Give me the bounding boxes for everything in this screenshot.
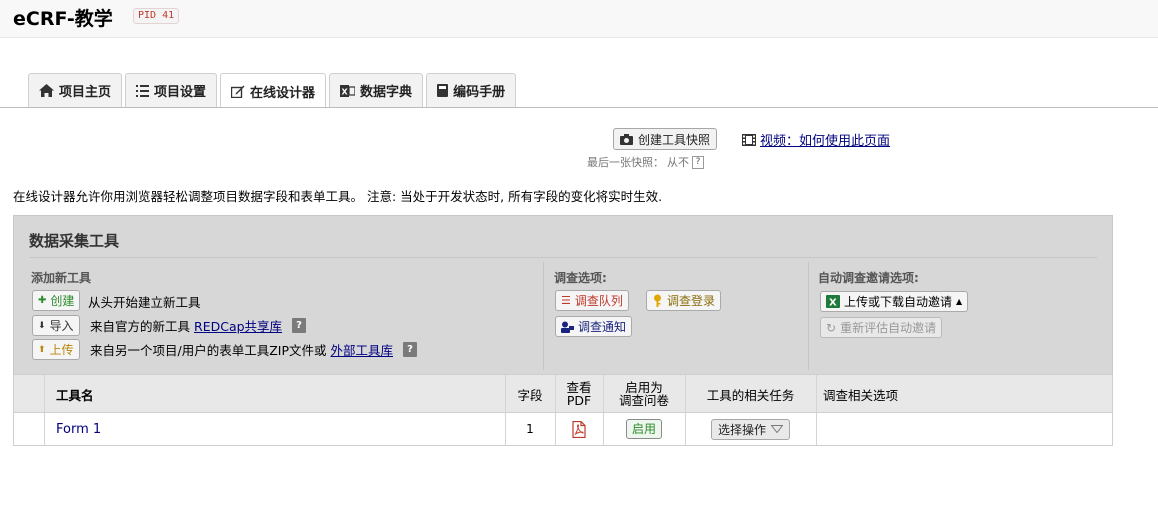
tab-codebook[interactable]: 编码手册 — [426, 73, 517, 107]
list-icon: ☰ — [561, 294, 571, 307]
help-icon[interactable]: ? — [292, 318, 307, 333]
upload-instrument-text: 来自另一个项目/用户的表单工具ZIP文件或 外部工具库 ? — [90, 340, 418, 359]
tab-label: 项目主页 — [59, 85, 112, 100]
survey-notifications-label: 调查通知 — [578, 320, 627, 334]
refresh-icon: ↻ — [826, 320, 837, 335]
choose-action-dropdown[interactable]: 选择操作 — [710, 418, 790, 440]
help-icon[interactable]: ? — [403, 342, 418, 357]
plus-icon: ✚ — [38, 295, 47, 306]
survey-login-label: 调查登录 — [667, 294, 716, 308]
home-icon — [39, 84, 54, 97]
header-survey-options: 调查相关选项 — [823, 387, 899, 403]
create-instrument-text: 从头开始建立新工具 — [88, 292, 201, 311]
upload-icon: ⬆ — [38, 344, 46, 355]
header-instrument-name: 工具名 — [56, 387, 94, 403]
auto-invite-heading: 自动调查邀请选项: — [818, 271, 919, 285]
column-separator — [808, 262, 809, 370]
view-pdf-button[interactable] — [555, 413, 603, 445]
tab-label: 数据字典 — [360, 85, 413, 100]
survey-queue-label: 调查队列 — [574, 294, 623, 308]
create-description: 从头开始建立新工具 — [88, 295, 201, 310]
create-button-label: 创建 — [50, 294, 75, 308]
column-separator — [543, 262, 544, 370]
last-snapshot-info: 最后一张快照： 从不 ? — [587, 154, 704, 170]
video-link-label[interactable]: 视频：如何使用此页面 — [760, 130, 890, 149]
upload-download-auto-invites-button[interactable]: X 上传或下载自动邀请 ▲ — [820, 291, 969, 312]
camera-icon — [620, 133, 633, 145]
project-title: eCRF-教学 — [13, 8, 113, 30]
list-icon — [136, 84, 150, 97]
project-header: eCRF-教学 PID 41 — [0, 0, 1158, 38]
film-icon — [742, 133, 756, 146]
survey-notifications-button[interactable]: 调查通知 — [555, 316, 633, 337]
chevron-down-icon — [771, 425, 783, 433]
import-description: 来自官方的新工具 — [90, 319, 191, 334]
column-divider — [816, 375, 817, 445]
create-instrument-button[interactable]: ✚ 创建 — [32, 290, 81, 311]
edit-icon — [231, 85, 245, 98]
pdf-icon — [572, 420, 586, 438]
instrument-field-count: 1 — [526, 422, 534, 436]
choose-action-label: 选择操作 — [717, 422, 766, 437]
project-tabs: 项目主页 项目设置 在线设计器 X 数据字典 编码手册 — [28, 73, 519, 108]
import-instrument-button[interactable]: ⬇ 导入 — [32, 315, 80, 336]
header-enable-line2: 调查问卷 — [618, 393, 669, 408]
redcap-library-link[interactable]: REDCap共享库 — [194, 316, 282, 335]
enable-survey-cell: 启用 — [603, 413, 685, 445]
upload-button-label: 上传 — [49, 343, 74, 357]
import-instrument-text: 来自官方的新工具 REDCap共享库 ? — [90, 316, 307, 335]
header-fields: 字段 — [517, 387, 543, 403]
instrument-name-link[interactable]: Form 1 — [56, 413, 101, 445]
tab-label: 项目设置 — [154, 85, 207, 100]
tab-project-setup[interactable]: 项目设置 — [125, 73, 218, 107]
video-link[interactable]: 视频：如何使用此页面 — [742, 130, 890, 149]
last-snapshot-label: 最后一张快照： — [587, 156, 664, 169]
header-enable-survey: 启用为 调查问卷 — [603, 375, 685, 413]
book-icon — [437, 84, 449, 97]
upload-instrument-button[interactable]: ⬆ 上传 — [32, 339, 80, 360]
panel-title: 数据采集工具 — [29, 232, 120, 250]
svg-text:X: X — [342, 87, 349, 96]
reevaluate-auto-invites-button[interactable]: ↻ 重新评估自动邀请 — [820, 317, 943, 338]
survey-queue-button[interactable]: ☰ 调查队列 — [555, 290, 629, 311]
designer-description: 在线设计器允许你用浏览器轻松调整项目数据字段和表单工具。 注意: 当处于开发状态… — [13, 189, 663, 204]
key-icon — [654, 294, 661, 307]
excel-icon: X — [340, 84, 356, 97]
survey-login-button[interactable]: 调查登录 — [646, 290, 722, 311]
notification-icon — [561, 321, 574, 333]
download-icon: ⬇ — [38, 320, 46, 331]
instrument-actions-cell: 选择操作 — [685, 413, 816, 445]
panel-divider — [29, 257, 1097, 258]
excel-icon: X — [826, 295, 840, 308]
enable-survey-button[interactable]: 启用 — [625, 419, 662, 439]
data-collection-instruments-panel: 数据采集工具 添加新工具 ✚ 创建 从头开始建立新工具 ⬇ 导入 来自官方的新工… — [13, 215, 1113, 375]
tab-project-home[interactable]: 项目主页 — [28, 73, 123, 107]
reevaluate-label: 重新评估自动邀请 — [840, 321, 937, 335]
create-snapshot-label: 创建工具快照 — [638, 132, 711, 147]
add-instrument-heading: 添加新工具 — [31, 271, 92, 285]
header-pdf-line2: PDF — [566, 393, 592, 408]
help-icon[interactable]: ? — [692, 155, 704, 169]
create-snapshot-button[interactable]: 创建工具快照 — [613, 128, 718, 150]
instruments-table: 工具名 字段 查看 PDF 启用为 调查问卷 工具的相关任务 调查相关选项 Fo… — [13, 374, 1113, 446]
tab-label: 在线设计器 — [250, 85, 316, 101]
caret-up-icon: ▲ — [956, 297, 963, 306]
svg-text:X: X — [829, 298, 837, 309]
survey-options-heading: 调查选项: — [554, 271, 607, 285]
tab-data-dictionary[interactable]: X 数据字典 — [329, 73, 424, 107]
tab-online-designer[interactable]: 在线设计器 — [220, 73, 327, 108]
external-library-link[interactable]: 外部工具库 — [331, 340, 394, 359]
tab-label: 编码手册 — [453, 85, 506, 100]
import-button-label: 导入 — [49, 319, 74, 333]
auto-invites-label: 上传或下载自动邀请 — [844, 295, 953, 309]
upload-description: 来自另一个项目/用户的表单工具ZIP文件或 — [90, 343, 327, 358]
column-divider — [44, 375, 45, 445]
last-snapshot-value: 从不 — [667, 156, 689, 169]
header-instrument-tasks: 工具的相关任务 — [706, 387, 795, 403]
pid-badge: PID 41 — [133, 8, 180, 24]
tab-divider — [0, 107, 1158, 108]
header-view-pdf: 查看 PDF — [555, 375, 603, 413]
